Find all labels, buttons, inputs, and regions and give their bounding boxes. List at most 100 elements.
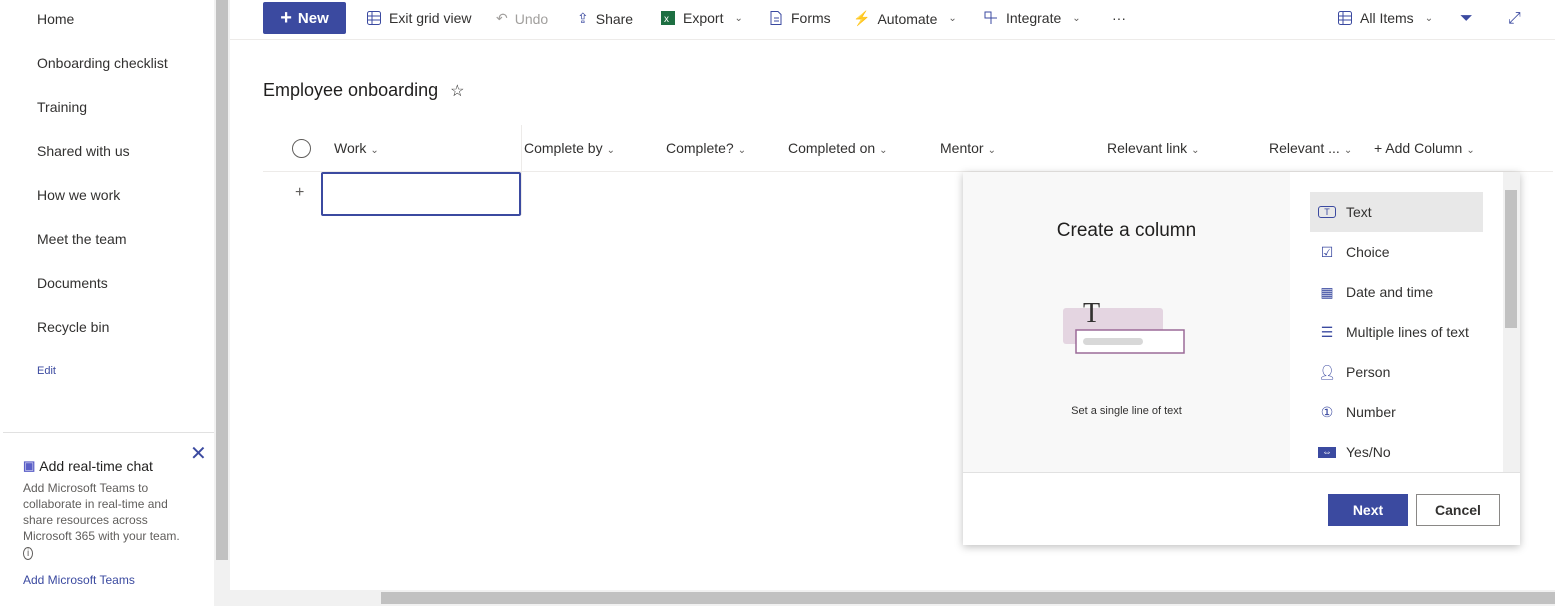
- option-date-time[interactable]: ▦ Date and time: [1310, 272, 1483, 312]
- undo-icon: ↶: [496, 10, 508, 26]
- share-label: Share: [595, 10, 634, 27]
- card-body-text: Add Microsoft Teams to collaborate in re…: [23, 481, 180, 543]
- share-button[interactable]: ⇪ Share: [577, 10, 633, 27]
- export-label: Export: [683, 10, 724, 26]
- options-scrollbar-thumb[interactable]: [1505, 190, 1517, 328]
- list-title-row: Employee onboarding ☆: [263, 80, 464, 101]
- command-bar: + New Exit grid view ↶ Undo ⇪ Share x Export…: [230, 0, 1555, 40]
- option-label: Multiple lines of text: [1346, 324, 1469, 340]
- nav-training[interactable]: Training: [37, 99, 87, 115]
- exit-grid-button[interactable]: Exit grid view: [366, 10, 471, 26]
- horizontal-scrollbar-thumb[interactable]: [381, 592, 1555, 604]
- svg-text:x: x: [664, 14, 669, 25]
- add-teams-link[interactable]: Add Microsoft Teams: [23, 573, 135, 587]
- column-relevant-2[interactable]: Relevant ... ⌄: [1269, 140, 1352, 156]
- share-icon: ⇪: [577, 10, 589, 26]
- nav-shared-with-us[interactable]: Shared with us: [37, 143, 130, 159]
- forms-label: Forms: [791, 10, 831, 26]
- cancel-button[interactable]: Cancel: [1416, 494, 1500, 526]
- chevron-down-icon: ⌄: [737, 145, 747, 156]
- column-mentor[interactable]: Mentor ⌄: [940, 140, 996, 156]
- chevron-down-icon: ⌄: [987, 145, 996, 156]
- undo-label: Undo: [514, 10, 549, 27]
- view-selector[interactable]: All Items ⌄: [1337, 10, 1433, 26]
- new-button[interactable]: + New: [263, 2, 346, 34]
- toggle-icon: ⇔: [1318, 446, 1336, 458]
- nav-how-we-work[interactable]: How we work: [37, 187, 120, 203]
- integrate-button[interactable]: Integrate ⌄: [983, 10, 1081, 26]
- grid-icon: [367, 11, 381, 25]
- option-choice[interactable]: ☑ Choice: [1310, 232, 1483, 272]
- card-body: Add Microsoft Teams to collaborate in re…: [23, 480, 183, 562]
- panel-footer: Next Cancel: [963, 472, 1520, 545]
- column-complete-by[interactable]: Complete by ⌄: [524, 140, 615, 156]
- nav-edit-link[interactable]: Edit: [37, 365, 56, 377]
- nav-scrollbar-thumb[interactable]: [216, 0, 228, 560]
- page-title: Employee onboarding: [263, 80, 439, 100]
- chevron-down-icon: ⌄: [606, 145, 615, 156]
- option-label: Yes/No: [1346, 444, 1391, 460]
- column-label: + Add Column: [1374, 140, 1463, 156]
- option-text[interactable]: T Text: [1310, 192, 1483, 232]
- undo-button[interactable]: ↶ Undo: [496, 10, 548, 27]
- panel-description: Set a single line of text: [1071, 405, 1182, 417]
- integrate-label: Integrate: [1006, 10, 1062, 26]
- panel-preview: Create a column T Set a single line of t…: [963, 172, 1290, 472]
- grid-icon: [1338, 11, 1352, 25]
- check-circle-icon: ☑: [1320, 243, 1334, 260]
- teams-chat-card: ▣ Add real-time chat Add Microsoft Teams …: [3, 432, 214, 606]
- chevron-down-icon: ⌄: [879, 145, 888, 156]
- svg-text:T: T: [1083, 298, 1100, 329]
- expand-icon[interactable]: ⤢: [1508, 10, 1521, 28]
- excel-icon: x: [661, 11, 675, 25]
- nav-recycle-bin[interactable]: Recycle bin: [37, 319, 109, 335]
- option-label: Person: [1346, 364, 1391, 380]
- close-icon[interactable]: ✕: [190, 441, 207, 466]
- forms-button[interactable]: Forms: [768, 10, 831, 26]
- add-column-button[interactable]: + Add Column ⌄: [1374, 140, 1475, 156]
- automate-icon: ⚡: [853, 10, 871, 26]
- column-label: Completed on: [788, 140, 876, 156]
- teams-icon: ▣: [23, 458, 36, 473]
- text-box-icon: T: [1318, 206, 1336, 218]
- column-label: Relevant ...: [1269, 140, 1340, 156]
- favorite-star-icon[interactable]: ☆: [450, 81, 464, 101]
- nav-meet-the-team[interactable]: Meet the team: [37, 231, 127, 247]
- add-row-button[interactable]: +: [295, 184, 304, 202]
- select-all-checkbox[interactable]: [292, 139, 311, 158]
- automate-button[interactable]: ⚡ Automate ⌄: [853, 10, 957, 27]
- nav-home[interactable]: Home: [37, 11, 74, 27]
- column-label: Work: [334, 140, 367, 156]
- frozen-column-divider: [521, 125, 522, 215]
- column-relevant-link[interactable]: Relevant link ⌄: [1107, 140, 1200, 156]
- filter-icon[interactable]: ⏷: [1460, 10, 1473, 28]
- new-label: New: [297, 9, 329, 27]
- nav-documents[interactable]: Documents: [37, 275, 108, 291]
- info-icon[interactable]: i: [23, 547, 34, 560]
- option-label: Text: [1346, 204, 1372, 220]
- work-cell-input[interactable]: [321, 172, 521, 216]
- more-button[interactable]: ···: [1112, 10, 1126, 26]
- column-completed-on[interactable]: Completed on ⌄: [788, 140, 888, 156]
- column-label: Complete?: [666, 140, 734, 156]
- export-button[interactable]: x Export ⌄: [660, 10, 743, 26]
- option-multiple-lines[interactable]: ☰ Multiple lines of text: [1310, 312, 1483, 352]
- option-yes-no[interactable]: ⇔ Yes/No: [1310, 432, 1483, 472]
- chevron-down-icon: ⌄: [948, 13, 957, 24]
- integrate-icon: [984, 11, 997, 24]
- number-circle-icon: ①: [1320, 403, 1334, 420]
- create-column-panel: Create a column T Set a single line of t…: [963, 172, 1520, 545]
- column-work[interactable]: Work ⌄: [334, 140, 379, 156]
- option-person[interactable]: 👤︎ Person: [1310, 352, 1483, 392]
- next-button[interactable]: Next: [1328, 494, 1408, 526]
- forms-icon: [770, 11, 782, 25]
- column-complete[interactable]: Complete? ⌄: [666, 140, 746, 156]
- option-label: Choice: [1346, 244, 1390, 260]
- column-label: Relevant link: [1107, 140, 1188, 156]
- exit-grid-label: Exit grid view: [389, 10, 472, 26]
- chevron-down-icon: ⌄: [1424, 12, 1434, 24]
- chevron-down-icon: ⌄: [734, 12, 743, 24]
- nav-onboarding-checklist[interactable]: Onboarding checklist: [37, 55, 168, 71]
- chevron-down-icon: ⌄: [1072, 12, 1081, 24]
- option-number[interactable]: ① Number: [1310, 392, 1483, 432]
